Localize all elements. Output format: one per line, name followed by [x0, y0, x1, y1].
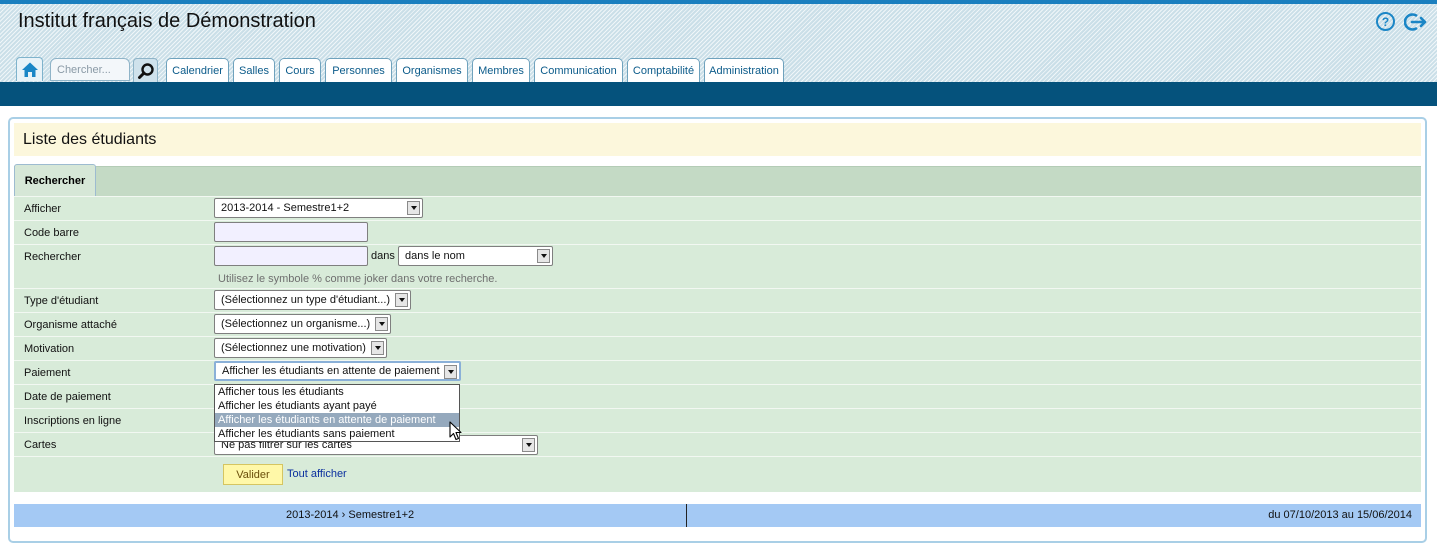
- tab-cours[interactable]: Cours: [279, 58, 321, 82]
- magnifier-icon[interactable]: [133, 58, 158, 82]
- organisme-select[interactable]: (Sélectionnez un organisme...): [214, 314, 391, 334]
- afficher-select[interactable]: 2013-2014 - Semestre1+2: [214, 198, 423, 218]
- home-icon[interactable]: [16, 57, 43, 81]
- inscriptions-label: Inscriptions en ligne: [24, 415, 122, 427]
- dans-label: dans: [371, 250, 395, 262]
- organisme-label: Organisme attaché: [24, 319, 117, 331]
- mouse-cursor-icon: [449, 421, 462, 441]
- rechercher-label: Rechercher: [24, 251, 81, 263]
- motivation-value: (Sélectionnez une motivation): [221, 342, 366, 354]
- dans-value: dans le nom: [405, 250, 465, 262]
- chevron-down-icon: [522, 438, 535, 452]
- chevron-down-icon: [395, 293, 408, 307]
- type-etudiant-value: (Sélectionnez un type d'étudiant...): [221, 294, 391, 306]
- page-title: Liste des étudiants: [23, 131, 157, 148]
- type-etudiant-select[interactable]: (Sélectionnez un type d'étudiant...): [214, 290, 411, 310]
- tab-rechercher[interactable]: Rechercher: [14, 164, 96, 197]
- afficher-value: 2013-2014 - Semestre1+2: [221, 202, 350, 214]
- type-etudiant-label: Type d'étudiant: [24, 295, 99, 307]
- chevron-down-icon: [444, 365, 457, 379]
- paiement-option[interactable]: Afficher tous les étudiants: [215, 385, 459, 399]
- search-form-header: Rechercher: [14, 164, 1421, 197]
- period-dates: du 07/10/2013 au 15/06/2014: [1268, 509, 1412, 521]
- paiement-value: Afficher les étudiants en attente de pai…: [222, 365, 440, 377]
- dans-select[interactable]: dans le nom: [398, 246, 553, 266]
- page-title-bar: Liste des étudiants: [14, 123, 1421, 156]
- joker-hint: Utilisez le symbole % comme joker dans v…: [218, 273, 498, 285]
- paiement-label: Paiement: [24, 367, 71, 379]
- tab-organismes[interactable]: Organismes: [396, 58, 468, 82]
- site-title: Institut français de Démonstration: [18, 10, 316, 32]
- tout-afficher-link[interactable]: Tout afficher: [287, 468, 347, 480]
- paiement-select[interactable]: Afficher les étudiants en attente de pai…: [214, 361, 461, 381]
- paiement-option[interactable]: Afficher les étudiants sans paiement: [215, 427, 459, 441]
- motivation-label: Motivation: [24, 343, 75, 355]
- tab-salles[interactable]: Salles: [233, 58, 275, 82]
- cartes-label: Cartes: [24, 439, 57, 451]
- chevron-down-icon: [371, 341, 384, 355]
- chevron-down-icon: [407, 201, 420, 215]
- code-barre-label: Code barre: [24, 227, 80, 239]
- tab-calendrier[interactable]: Calendrier: [166, 58, 229, 82]
- period-bar: 2013-2014 › Semestre1+2 du 07/10/2013 au…: [14, 504, 1421, 527]
- motivation-select[interactable]: (Sélectionnez une motivation): [214, 338, 387, 358]
- organisme-value: (Sélectionnez un organisme...): [221, 318, 371, 330]
- date-paiement-label: Date de paiement: [24, 391, 111, 403]
- tab-membres[interactable]: Membres: [472, 58, 530, 82]
- paiement-dropdown-list: Afficher tous les étudiants Afficher les…: [214, 384, 460, 442]
- paiement-option-highlighted[interactable]: Afficher les étudiants en attente de pai…: [215, 413, 459, 427]
- search-input[interactable]: [50, 58, 130, 81]
- period-divider: [686, 504, 687, 527]
- tab-personnes[interactable]: Personnes: [325, 58, 392, 82]
- rechercher-field[interactable]: [214, 246, 368, 266]
- chevron-down-icon: [537, 249, 550, 263]
- period-name: 2013-2014 › Semestre1+2: [286, 509, 415, 521]
- tab-administration[interactable]: Administration: [704, 58, 784, 82]
- valider-button[interactable]: Valider: [223, 464, 283, 485]
- logout-icon[interactable]: [1404, 12, 1428, 31]
- nav-bar: [0, 82, 1437, 106]
- tab-comptabilite[interactable]: Comptabilité: [627, 58, 700, 82]
- tab-communication[interactable]: Communication: [534, 58, 623, 82]
- help-circle-icon[interactable]: ?: [1376, 12, 1395, 31]
- chevron-down-icon: [375, 317, 388, 331]
- paiement-option[interactable]: Afficher les étudiants ayant payé: [215, 399, 459, 413]
- code-barre-field[interactable]: [214, 222, 368, 242]
- afficher-label: Afficher: [24, 203, 62, 215]
